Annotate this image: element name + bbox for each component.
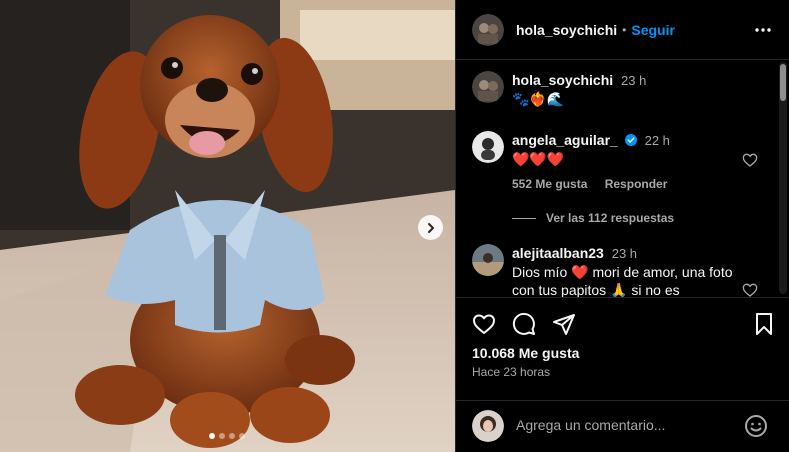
carousel-dot bbox=[229, 433, 235, 439]
comment-icon[interactable] bbox=[512, 312, 536, 336]
comment-time: 23 h bbox=[611, 246, 638, 261]
share-icon[interactable] bbox=[552, 312, 576, 336]
likes-count[interactable]: 10.068 Me gusta bbox=[472, 345, 579, 361]
carousel-dot bbox=[219, 433, 225, 439]
comment-text: Dios mío ❤️ mori de amor, una foto con t… bbox=[512, 264, 733, 297]
comment-composer bbox=[456, 400, 789, 452]
chevron-right-icon bbox=[427, 222, 434, 233]
post-details-panel: hola_soychichi • Seguir hola_soychichi 2… bbox=[455, 0, 789, 452]
comment-time: 22 h bbox=[644, 133, 670, 148]
heart-icon[interactable] bbox=[472, 312, 496, 336]
commenter-avatar[interactable] bbox=[472, 131, 504, 163]
caption-time: 23 h bbox=[621, 73, 647, 88]
post-photo[interactable] bbox=[0, 0, 455, 452]
next-slide-button[interactable] bbox=[418, 215, 443, 240]
emoji-icon[interactable] bbox=[744, 414, 768, 438]
heart-icon[interactable] bbox=[742, 282, 758, 297]
comment-likes[interactable]: 552 Me gusta bbox=[512, 177, 587, 191]
comments-list[interactable]: hola_soychichi 23 h 🐾❤️‍🔥🌊 angela_aguila… bbox=[456, 61, 789, 297]
dog-photo-image bbox=[0, 0, 455, 452]
view-replies-button[interactable]: Ver las 112 respuestas bbox=[512, 211, 674, 225]
carousel-dot bbox=[239, 433, 245, 439]
follow-button[interactable]: Seguir bbox=[631, 22, 675, 38]
more-icon[interactable] bbox=[754, 22, 772, 38]
author-avatar[interactable] bbox=[472, 13, 504, 46]
verified-icon bbox=[624, 134, 637, 146]
comment-username[interactable]: angela_aguilar_ bbox=[512, 132, 618, 148]
post-timestamp[interactable]: Hace 23 horas bbox=[472, 365, 550, 379]
view-replies-label: Ver las 112 respuestas bbox=[546, 211, 675, 225]
caption-text: 🐾❤️‍🔥🌊 bbox=[512, 91, 565, 107]
carousel-dot-active bbox=[209, 433, 215, 439]
author-username[interactable]: hola_soychichi bbox=[516, 22, 617, 38]
scrollbar-thumb[interactable] bbox=[780, 64, 786, 101]
comment-input[interactable] bbox=[516, 414, 738, 436]
carousel-indicator bbox=[209, 433, 245, 439]
post-header: hola_soychichi • Seguir bbox=[456, 0, 789, 60]
replies-divider-line bbox=[512, 217, 536, 219]
heart-icon[interactable] bbox=[742, 152, 758, 168]
author-avatar[interactable] bbox=[472, 71, 504, 103]
caption-username[interactable]: hola_soychichi bbox=[512, 72, 613, 88]
comment-text: ❤️❤️❤️ bbox=[512, 151, 565, 167]
bookmark-icon[interactable] bbox=[752, 312, 776, 336]
comment-username[interactable]: alejitaalban23 bbox=[512, 245, 604, 261]
current-user-avatar bbox=[472, 410, 504, 442]
comments-scrollbar[interactable] bbox=[779, 62, 787, 294]
reply-button[interactable]: Responder bbox=[605, 177, 668, 191]
commenter-avatar[interactable] bbox=[472, 244, 504, 276]
separator-dot: • bbox=[622, 22, 627, 37]
